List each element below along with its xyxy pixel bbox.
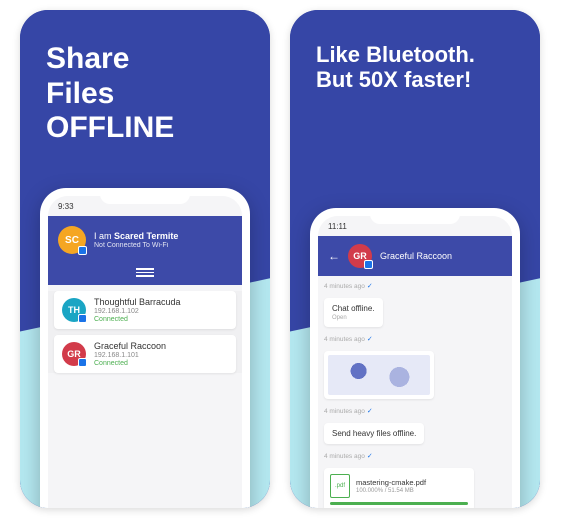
headline-1: Share Files OFFLINE <box>20 10 270 146</box>
menu-button[interactable] <box>48 262 242 285</box>
avatar-initials: SC <box>65 235 79 246</box>
headline-line: But 50X faster! <box>316 67 518 92</box>
message-timestamp: 4 minutes ago✓ <box>324 335 506 343</box>
check-icon: ✓ <box>367 282 373 290</box>
message-text: Chat offline. <box>332 304 375 313</box>
message-timestamp: 4 minutes ago✓ <box>324 452 506 460</box>
headline-2: Like Bluetooth. But 50X faster! <box>290 10 540 93</box>
check-icon: ✓ <box>367 335 373 343</box>
peer-row[interactable]: TH Thoughtful Barracuda 192.168.1.102 Co… <box>54 291 236 329</box>
avatar-peer[interactable]: GR <box>348 244 372 268</box>
avatar-peer: TH <box>62 298 86 322</box>
device-indicator-icon <box>78 246 87 255</box>
back-arrow-icon[interactable]: ← <box>328 249 340 263</box>
promo-panel-2: Like Bluetooth. But 50X faster! 11:11 ← … <box>290 10 540 508</box>
headline-line: OFFLINE <box>46 111 248 146</box>
avatar-peer: GR <box>62 342 86 366</box>
device-indicator-icon <box>78 358 87 367</box>
headline-line: Like Bluetooth. <box>316 42 518 67</box>
progress-bar <box>330 502 468 505</box>
phone-notch <box>370 208 460 224</box>
phone-screen-1: 9:33 SC I am Scared Termite Not Connecte… <box>48 196 242 508</box>
file-name: mastering-cmake.pdf <box>356 478 426 487</box>
message-bubble[interactable]: Send heavy files offline. <box>324 423 424 444</box>
message-action: Open <box>332 315 375 321</box>
pdf-file-icon: .pdf <box>330 474 350 498</box>
wifi-status: Not Connected To Wi-Fi <box>94 242 178 249</box>
screenshots-row: Share Files OFFLINE 9:33 SC I <box>0 0 562 518</box>
avatar-self[interactable]: SC <box>58 226 86 254</box>
app-header: SC I am Scared Termite Not Connected To … <box>48 216 242 262</box>
chat-thread: 4 minutes ago✓ Chat offline. Open 4 minu… <box>318 276 512 508</box>
device-indicator-icon <box>78 314 87 323</box>
peer-status: Connected <box>94 316 181 323</box>
image-thumbnail <box>328 355 430 395</box>
phone-mock-2: 11:11 ← GR Graceful Raccoon 4 minutes ag… <box>310 208 520 508</box>
phone-mock-1: 9:33 SC I am Scared Termite Not Connecte… <box>40 188 250 508</box>
headline-line: Share <box>46 42 248 77</box>
device-indicator-icon <box>364 260 373 269</box>
message-bubble[interactable]: Chat offline. Open <box>324 298 383 327</box>
file-message[interactable]: .pdf mastering-cmake.pdf 100.000% / 51.5… <box>324 468 474 508</box>
peer-row[interactable]: GR Graceful Raccoon 192.168.1.101 Connec… <box>54 335 236 373</box>
peer-ip: 192.168.1.101 <box>94 352 166 359</box>
promo-panel-1: Share Files OFFLINE 9:33 SC I <box>20 10 270 508</box>
check-icon: ✓ <box>367 407 373 415</box>
avatar-initials: GR <box>67 349 81 359</box>
chat-header: ← GR Graceful Raccoon <box>318 236 512 276</box>
headline-line: Files <box>46 77 248 112</box>
avatar-initials: TH <box>68 305 80 315</box>
chat-title: Graceful Raccoon <box>380 251 452 261</box>
peer-status: Connected <box>94 360 166 367</box>
message-timestamp: 4 minutes ago✓ <box>324 282 506 290</box>
check-icon: ✓ <box>367 452 373 460</box>
message-text: Send heavy files offline. <box>332 429 416 438</box>
status-time: 11:11 <box>328 222 347 231</box>
peer-ip: 192.168.1.102 <box>94 308 181 315</box>
image-message[interactable] <box>324 351 434 399</box>
self-name: I am Scared Termite <box>94 231 178 241</box>
peer-name: Graceful Raccoon <box>94 341 166 351</box>
status-time: 9:33 <box>58 202 74 211</box>
phone-notch <box>100 188 190 204</box>
hamburger-icon <box>136 266 154 279</box>
peer-name: Thoughtful Barracuda <box>94 297 181 307</box>
message-timestamp: 4 minutes ago✓ <box>324 407 506 415</box>
phone-screen-2: 11:11 ← GR Graceful Raccoon 4 minutes ag… <box>318 216 512 508</box>
file-meta: 100.000% / 51.54 MB <box>356 488 426 494</box>
peers-list: TH Thoughtful Barracuda 192.168.1.102 Co… <box>48 291 242 373</box>
